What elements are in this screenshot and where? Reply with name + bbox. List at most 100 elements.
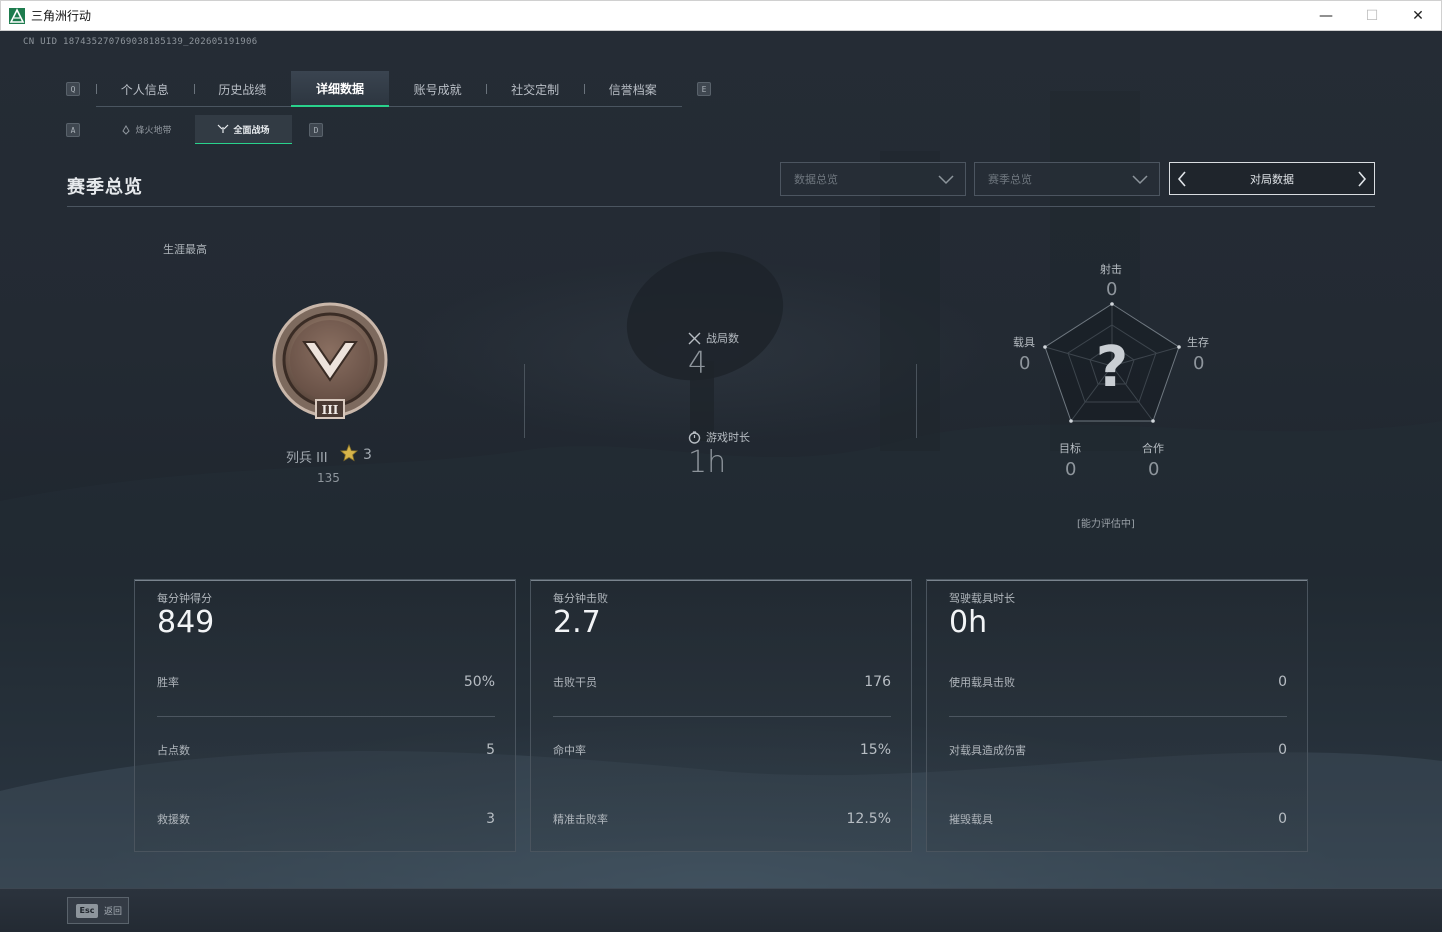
esc-key-icon: Esc <box>76 903 98 918</box>
stat-label: 对载具造成伤害 <box>949 744 1026 757</box>
section-title: 赛季总览 <box>67 177 143 198</box>
overview-divider <box>524 364 525 438</box>
stat-value: 5 <box>486 742 495 758</box>
stat-label: 胜率 <box>157 676 179 689</box>
stat-label: 精准击败率 <box>553 813 608 826</box>
subtab-label: 全面战场 <box>233 125 270 136</box>
match-data-label: 对局数据 <box>1250 172 1294 186</box>
prev-tab-key-hint: Q <box>66 82 80 96</box>
radar-survival-value: 0 <box>1193 353 1205 374</box>
tab-social-custom[interactable]: 社交定制 <box>486 71 584 107</box>
stat-label: 击败干员 <box>553 676 597 689</box>
radar-survival-label: 生存 <box>1187 336 1209 349</box>
minimize-button[interactable]: — <box>1303 1 1349 31</box>
game-canvas: CN UID 187435270769038185139_20260519190… <box>0 31 1442 932</box>
data-overview-dropdown[interactable]: 数据总览 <box>780 162 966 196</box>
close-button[interactable]: ✕ <box>1395 1 1441 31</box>
stat-row: 命中率 15% <box>553 742 891 762</box>
radar-cooperation-label: 合作 <box>1142 442 1164 455</box>
card-big-label: 每分钟得分 <box>157 592 212 605</box>
kill-stats-card: 每分钟击败 2.7 击败干员 176 命中率 15% 精准击败率 12.5% <box>530 579 912 852</box>
tab-label: 个人信息 <box>120 82 169 97</box>
window-titlebar: 三角洲行动 — ☐ ✕ <box>0 0 1442 31</box>
maximize-button[interactable]: ☐ <box>1349 1 1395 31</box>
radar-shooting-label: 射击 <box>1100 263 1122 276</box>
next-tab-key-hint: E <box>697 82 711 96</box>
dropdown-placeholder: 数据总览 <box>794 173 838 186</box>
back-button[interactable]: Esc 返回 <box>67 897 129 924</box>
stat-row: 使用载具击败 0 <box>949 674 1287 694</box>
tab-personal-info[interactable]: 个人信息 <box>96 71 194 107</box>
stat-value: 3 <box>486 811 495 827</box>
rank-name: 列兵 III <box>286 451 328 466</box>
stat-label: 摧毁载具 <box>949 813 993 826</box>
radar-vehicle-value: 0 <box>1019 353 1031 374</box>
star-icon <box>340 444 358 462</box>
tab-label: 社交定制 <box>511 82 560 97</box>
stat-value: 12.5% <box>846 811 891 827</box>
stat-row: 胜率 50% <box>157 674 495 694</box>
tab-achievements[interactable]: 账号成就 <box>389 71 487 107</box>
app-logo-icon <box>9 7 25 24</box>
radar-cooperation-value: 0 <box>1148 459 1160 480</box>
overview-divider <box>916 364 917 438</box>
tab-label: 信誉档案 <box>608 82 657 97</box>
chevron-down-icon <box>938 175 954 185</box>
section-divider <box>67 206 1375 207</box>
radar-objective-value: 0 <box>1065 459 1077 480</box>
back-label: 返回 <box>104 907 123 917</box>
stat-row: 击败干员 176 <box>553 674 891 694</box>
stat-value: 0 <box>1278 674 1287 690</box>
stat-label: 使用载具击败 <box>949 676 1015 689</box>
stat-row: 占点数 5 <box>157 742 495 762</box>
match-data-selector: 对局数据 <box>1169 162 1375 195</box>
chevron-right-icon[interactable] <box>1356 169 1368 189</box>
dropdown-placeholder: 赛季总览 <box>988 173 1032 186</box>
stat-label: 占点数 <box>157 744 190 757</box>
next-subtab-key-hint: D <box>309 123 323 137</box>
stat-label: 救援数 <box>157 813 190 826</box>
tab-detailed-data[interactable]: 详细数据 <box>291 71 389 107</box>
radar-objective-label: 目标 <box>1059 442 1081 455</box>
chevron-down-icon <box>1132 175 1148 185</box>
crossed-swords-icon <box>688 332 701 344</box>
tab-label: 详细数据 <box>315 81 364 96</box>
tab-label: 历史战绩 <box>218 82 267 97</box>
radar-vehicle-label: 载具 <box>1013 336 1035 349</box>
stat-value: 176 <box>864 674 891 690</box>
score-stats-card: 每分钟得分 849 胜率 50% 占点数 5 救援数 3 <box>134 579 516 852</box>
player-uid: CN UID 187435270769038185139_20260519190… <box>23 37 258 47</box>
card-big-value: 849 <box>157 605 215 640</box>
prev-subtab-key-hint: A <box>66 123 80 137</box>
matches-value: 4 <box>688 346 708 381</box>
tab-match-history[interactable]: 历史战绩 <box>193 71 292 107</box>
subtab-fire-zone[interactable]: 烽火地带 <box>98 115 195 144</box>
stat-label: 命中率 <box>553 744 586 757</box>
stat-row: 对载具造成伤害 0 <box>949 742 1287 762</box>
stat-row: 精准击败率 12.5% <box>553 811 891 831</box>
stat-value: 0 <box>1278 811 1287 827</box>
stat-value: 15% <box>859 742 891 758</box>
mode-subtab-bar: 烽火地带 全面战场 <box>98 115 292 144</box>
battlefield-icon <box>218 124 229 133</box>
card-big-label: 驾驶载具时长 <box>949 592 1015 605</box>
subtab-battlefield[interactable]: 全面战场 <box>195 115 292 144</box>
rank-score: 135 <box>317 471 340 485</box>
radar-shooting-value: 0 <box>1106 279 1118 300</box>
window-title: 三角洲行动 <box>31 9 92 23</box>
stat-value: 0 <box>1278 742 1287 758</box>
tab-credit-record[interactable]: 信誉档案 <box>583 71 682 107</box>
fire-zone-icon <box>122 124 131 135</box>
main-tab-bar: 个人信息 历史战绩 详细数据 账号成就 社交定制 信誉档案 <box>96 71 682 107</box>
chevron-left-icon[interactable] <box>1176 169 1188 189</box>
subtab-label: 烽火地带 <box>135 126 172 136</box>
card-big-value: 2.7 <box>553 605 601 640</box>
rank-star-count: 3 <box>363 447 372 463</box>
matches-label: 战局数 <box>706 332 739 345</box>
card-big-label: 每分钟击败 <box>553 592 608 605</box>
radar-unknown-glyph: ? <box>1096 335 1128 400</box>
stat-row: 摧毁载具 0 <box>949 811 1287 831</box>
bottom-action-bar: Esc 返回 <box>0 888 1442 932</box>
stat-value: 50% <box>463 674 495 690</box>
season-overview-dropdown[interactable]: 赛季总览 <box>974 162 1160 196</box>
